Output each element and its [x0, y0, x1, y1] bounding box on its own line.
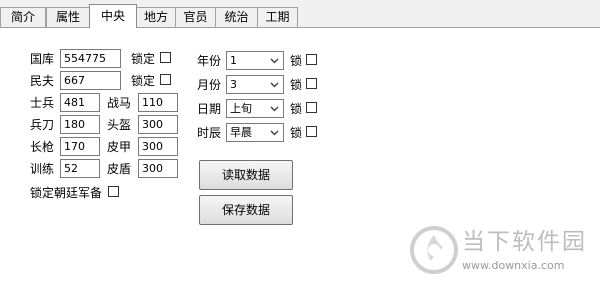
- helmets-label: 头盔: [107, 118, 132, 132]
- tab-governance[interactable]: 统治: [215, 7, 258, 27]
- year-label: 年份: [197, 54, 222, 68]
- treasury-lock-label: 锁定: [131, 52, 156, 66]
- tab-intro[interactable]: 简介: [0, 7, 46, 27]
- watermark-logo-icon: [410, 226, 458, 274]
- tab-attributes[interactable]: 属性: [46, 7, 90, 27]
- year-lock-label: 锁: [290, 54, 303, 68]
- central-panel: 国库 锁定 民夫 锁定 士兵 兵刀 长枪 训练 战马 头盔 皮甲 皮盾 锁定朝廷…: [0, 27, 600, 297]
- year-lock-checkbox[interactable]: [306, 54, 317, 65]
- watermark-text: 当下软件园: [462, 229, 587, 255]
- blades-input[interactable]: [60, 115, 100, 134]
- tab-officials[interactable]: 官员: [175, 7, 216, 27]
- civilians-input[interactable]: [60, 71, 121, 90]
- tab-central[interactable]: 中央: [89, 4, 137, 28]
- read-data-button[interactable]: 读取数据: [199, 160, 293, 190]
- year-select-value: 1: [230, 54, 237, 67]
- training-label: 训练: [30, 162, 55, 176]
- save-data-button[interactable]: 保存数据: [199, 195, 293, 225]
- date-lock-label: 锁: [290, 102, 303, 116]
- hour-lock-label: 锁: [290, 126, 303, 140]
- warhorses-input[interactable]: [138, 93, 178, 112]
- hour-select-value: 早晨: [230, 126, 252, 139]
- civilians-label: 民夫: [30, 74, 55, 88]
- month-select-value: 3: [230, 78, 237, 91]
- chevron-down-icon: [270, 82, 279, 88]
- hour-lock-checkbox[interactable]: [306, 126, 317, 137]
- date-select[interactable]: 上旬: [226, 99, 284, 118]
- spears-label: 长枪: [30, 140, 55, 154]
- blades-label: 兵刀: [30, 118, 55, 132]
- soldiers-input[interactable]: [60, 93, 100, 112]
- soldiers-label: 士兵: [30, 96, 55, 110]
- chevron-down-icon: [270, 58, 279, 64]
- date-label: 日期: [197, 102, 222, 116]
- watermark-url: www.downxia.com: [462, 259, 565, 272]
- month-lock-label: 锁: [290, 78, 303, 92]
- leather-shield-input[interactable]: [138, 159, 178, 178]
- month-label: 月份: [197, 78, 222, 92]
- date-select-value: 上旬: [230, 102, 252, 115]
- tab-local[interactable]: 地方: [136, 7, 176, 27]
- lock-court-military-label: 锁定朝廷军备: [30, 186, 103, 200]
- chevron-down-icon: [270, 106, 279, 112]
- warhorses-label: 战马: [107, 96, 132, 110]
- date-lock-checkbox[interactable]: [306, 102, 317, 113]
- tab-construction[interactable]: 工期: [257, 7, 298, 27]
- leather-armor-input[interactable]: [138, 137, 178, 156]
- leather-shield-label: 皮盾: [107, 162, 132, 176]
- civilians-lock-checkbox[interactable]: [160, 74, 171, 85]
- month-select[interactable]: 3: [226, 75, 284, 94]
- helmets-input[interactable]: [138, 115, 178, 134]
- spears-input[interactable]: [60, 137, 100, 156]
- treasury-input[interactable]: [60, 49, 121, 68]
- treasury-label: 国库: [30, 52, 55, 66]
- month-lock-checkbox[interactable]: [306, 78, 317, 89]
- tab-bar: 简介 属性 中央 地方 官员 统治 工期: [0, 0, 600, 28]
- civilians-lock-label: 锁定: [131, 74, 156, 88]
- year-select[interactable]: 1: [226, 51, 284, 70]
- chevron-down-icon: [270, 130, 279, 136]
- lock-court-military-checkbox[interactable]: [108, 186, 119, 197]
- treasury-lock-checkbox[interactable]: [160, 52, 171, 63]
- leather-armor-label: 皮甲: [107, 140, 132, 154]
- hour-label: 时辰: [197, 126, 222, 140]
- training-input[interactable]: [60, 159, 100, 178]
- hour-select[interactable]: 早晨: [226, 123, 284, 142]
